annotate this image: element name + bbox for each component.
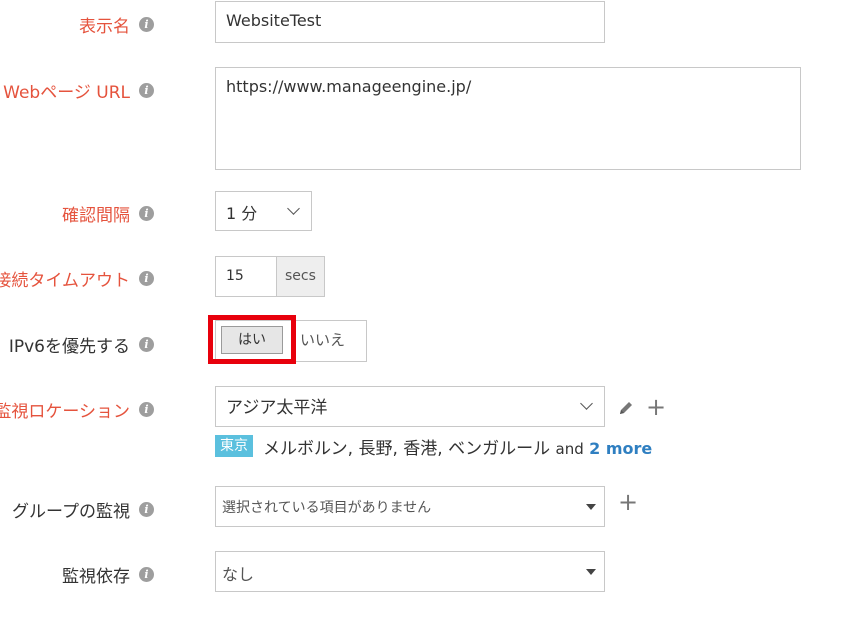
- check-interval-select[interactable]: 1 分: [215, 191, 312, 231]
- monitor-location-select[interactable]: アジア太平洋: [215, 386, 605, 427]
- connection-timeout-value: 15: [226, 268, 244, 284]
- connection-timeout-label-text: 接続タイムアウト: [0, 271, 130, 291]
- info-icon[interactable]: i: [139, 337, 154, 352]
- monitor-location-value: アジア太平洋: [226, 398, 328, 418]
- prefer-ipv6-no-button[interactable]: いいえ: [292, 326, 362, 354]
- connection-timeout-label: 接続タイムアウト i: [0, 266, 154, 291]
- monitor-group-select[interactable]: 選択されている項目がありません: [215, 486, 605, 527]
- monitor-location-label-text: 監視ロケーション: [0, 402, 130, 422]
- monitor-dependency-label: 監視依存 i: [62, 562, 154, 587]
- monitor-group-label: グループの監視 i: [12, 497, 154, 522]
- display-name-label-text: 表示名: [79, 17, 130, 37]
- location-tag-text: 東京: [220, 438, 248, 454]
- connection-timeout-unit: secs: [276, 256, 325, 297]
- web-url-value: https://www.manageengine.jp/: [226, 77, 472, 96]
- chevron-down-icon: [580, 397, 593, 410]
- info-icon[interactable]: i: [139, 567, 154, 582]
- location-more-link[interactable]: 2 more: [589, 439, 652, 458]
- display-name-label: 表示名 i: [79, 12, 154, 37]
- check-interval-label-text: 確認間隔: [62, 206, 130, 226]
- display-name-input[interactable]: WebsiteTest: [215, 1, 605, 43]
- prefer-ipv6-label-text: IPv6を優先する: [8, 337, 130, 357]
- pencil-icon[interactable]: [617, 399, 635, 417]
- dropdown-triangle-icon: [586, 569, 596, 575]
- location-names: メルボルン, 長野, 香港, ベンガルール: [263, 439, 551, 459]
- monitor-dependency-value: なし: [222, 565, 255, 584]
- plus-icon[interactable]: +: [646, 395, 666, 419]
- info-icon[interactable]: i: [139, 17, 154, 32]
- monitor-dependency-label-text: 監視依存: [62, 567, 130, 587]
- plus-icon[interactable]: +: [618, 490, 638, 514]
- web-url-label-text: Webページ URL: [3, 83, 130, 103]
- monitor-dependency-select[interactable]: なし: [215, 551, 605, 592]
- monitor-location-label: 監視ロケーション i: [0, 397, 154, 422]
- monitor-group-label-text: グループの監視: [12, 502, 130, 522]
- location-and: and: [555, 440, 584, 458]
- check-interval-value: 1 分: [226, 204, 258, 223]
- check-interval-label: 確認間隔 i: [62, 201, 154, 226]
- chevron-down-icon: [287, 202, 300, 215]
- info-icon[interactable]: i: [139, 83, 154, 98]
- info-icon[interactable]: i: [139, 206, 154, 221]
- info-icon[interactable]: i: [139, 502, 154, 517]
- web-url-label: Webページ URL i: [3, 78, 154, 103]
- dropdown-triangle-icon: [586, 504, 596, 510]
- highlight-box: [208, 315, 296, 364]
- info-icon[interactable]: i: [139, 271, 154, 286]
- connection-timeout-unit-text: secs: [285, 268, 316, 284]
- web-url-textarea[interactable]: https://www.manageengine.jp/: [215, 67, 801, 170]
- location-list: メルボルン, 長野, 香港, ベンガルール and 2 more: [263, 434, 652, 459]
- prefer-ipv6-no-label: いいえ: [300, 331, 346, 349]
- prefer-ipv6-label: IPv6を優先する i: [9, 332, 154, 357]
- connection-timeout-input[interactable]: 15: [215, 256, 277, 297]
- info-icon[interactable]: i: [139, 402, 154, 417]
- location-tag: 東京: [215, 435, 253, 457]
- monitor-group-placeholder: 選択されている項目がありません: [222, 500, 432, 516]
- display-name-value: WebsiteTest: [226, 11, 322, 30]
